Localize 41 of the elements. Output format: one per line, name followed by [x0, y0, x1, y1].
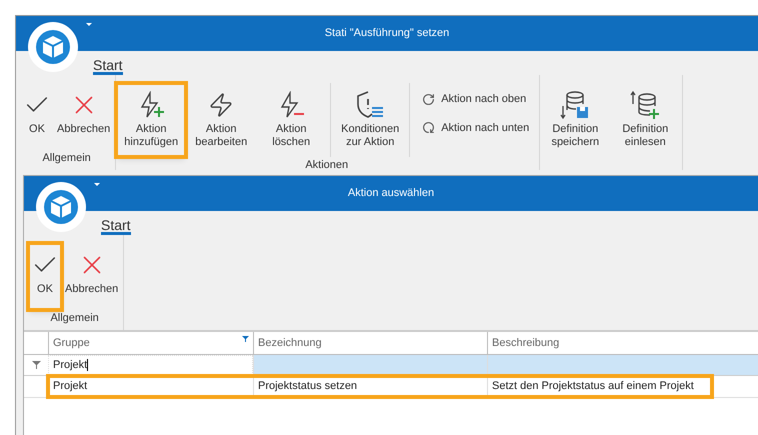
- ribbon-button[interactable]: OK: [20, 83, 54, 150]
- ribbon-button[interactable]: Konditionen zur Aktion: [335, 83, 406, 157]
- table-cell: Projekt: [48, 376, 253, 397]
- column-header[interactable]: Bezeichnung: [253, 332, 487, 354]
- ribbon-button[interactable]: Aktion nach unten: [414, 120, 538, 136]
- ribbon-button[interactable]: OK: [28, 243, 62, 310]
- app-logo-icon: [36, 182, 86, 232]
- group-label: Allgemein: [49, 310, 100, 326]
- filter-cell[interactable]: [253, 355, 487, 375]
- table-cell: Setzt den Projektstatus auf einem Projekt: [487, 376, 712, 397]
- rotate-up-icon: [422, 92, 436, 106]
- column-header[interactable]: Beschreibung: [487, 332, 758, 354]
- filter-cell[interactable]: [487, 355, 758, 375]
- ribbon-button[interactable]: Definition einlesen: [610, 83, 680, 157]
- ribbon-tab[interactable]: Start: [101, 217, 131, 235]
- app-logo-icon: [28, 22, 78, 72]
- filter-cell[interactable]: Projekt: [48, 355, 253, 375]
- lightning-icon: [208, 92, 234, 118]
- ribbon-button[interactable]: Definition speichern: [540, 83, 610, 157]
- table-cell: Projektstatus setzen: [253, 376, 487, 397]
- group-label: Allgemein: [41, 150, 92, 166]
- ribbon-tab[interactable]: Start: [93, 57, 123, 75]
- ribbon-button[interactable]: Abbrechen: [54, 83, 114, 150]
- ribbon-button[interactable]: Aktion hinzufügen: [116, 83, 186, 157]
- dropdown-caret-icon[interactable]: [86, 23, 92, 26]
- table-row[interactable]: Projekt Projektstatus setzen Setzt den Projektstatus auf einem Projekt: [24, 376, 758, 398]
- rotate-down-icon: [422, 121, 436, 134]
- shield-settings-icon: [355, 90, 386, 120]
- group-label: Aktionen: [304, 158, 350, 173]
- filter-icon: [242, 336, 249, 342]
- filter-icon: [32, 361, 40, 369]
- ribbon-button[interactable]: Abbrechen: [62, 243, 122, 310]
- database-add-icon: [630, 90, 660, 120]
- column-header[interactable]: Gruppe: [48, 332, 253, 354]
- ribbon-button[interactable]: Aktion löschen: [256, 83, 326, 157]
- window-title: Aktion auswählen: [346, 186, 436, 202]
- ribbon-button[interactable]: Aktion nach oben: [414, 91, 538, 108]
- database-save-icon: [560, 90, 590, 120]
- dropdown-caret-icon[interactable]: [94, 183, 100, 186]
- window-title: Stati "Ausführung" setzen: [324, 26, 450, 42]
- ribbon-button[interactable]: Aktion bearbeiten: [186, 83, 256, 157]
